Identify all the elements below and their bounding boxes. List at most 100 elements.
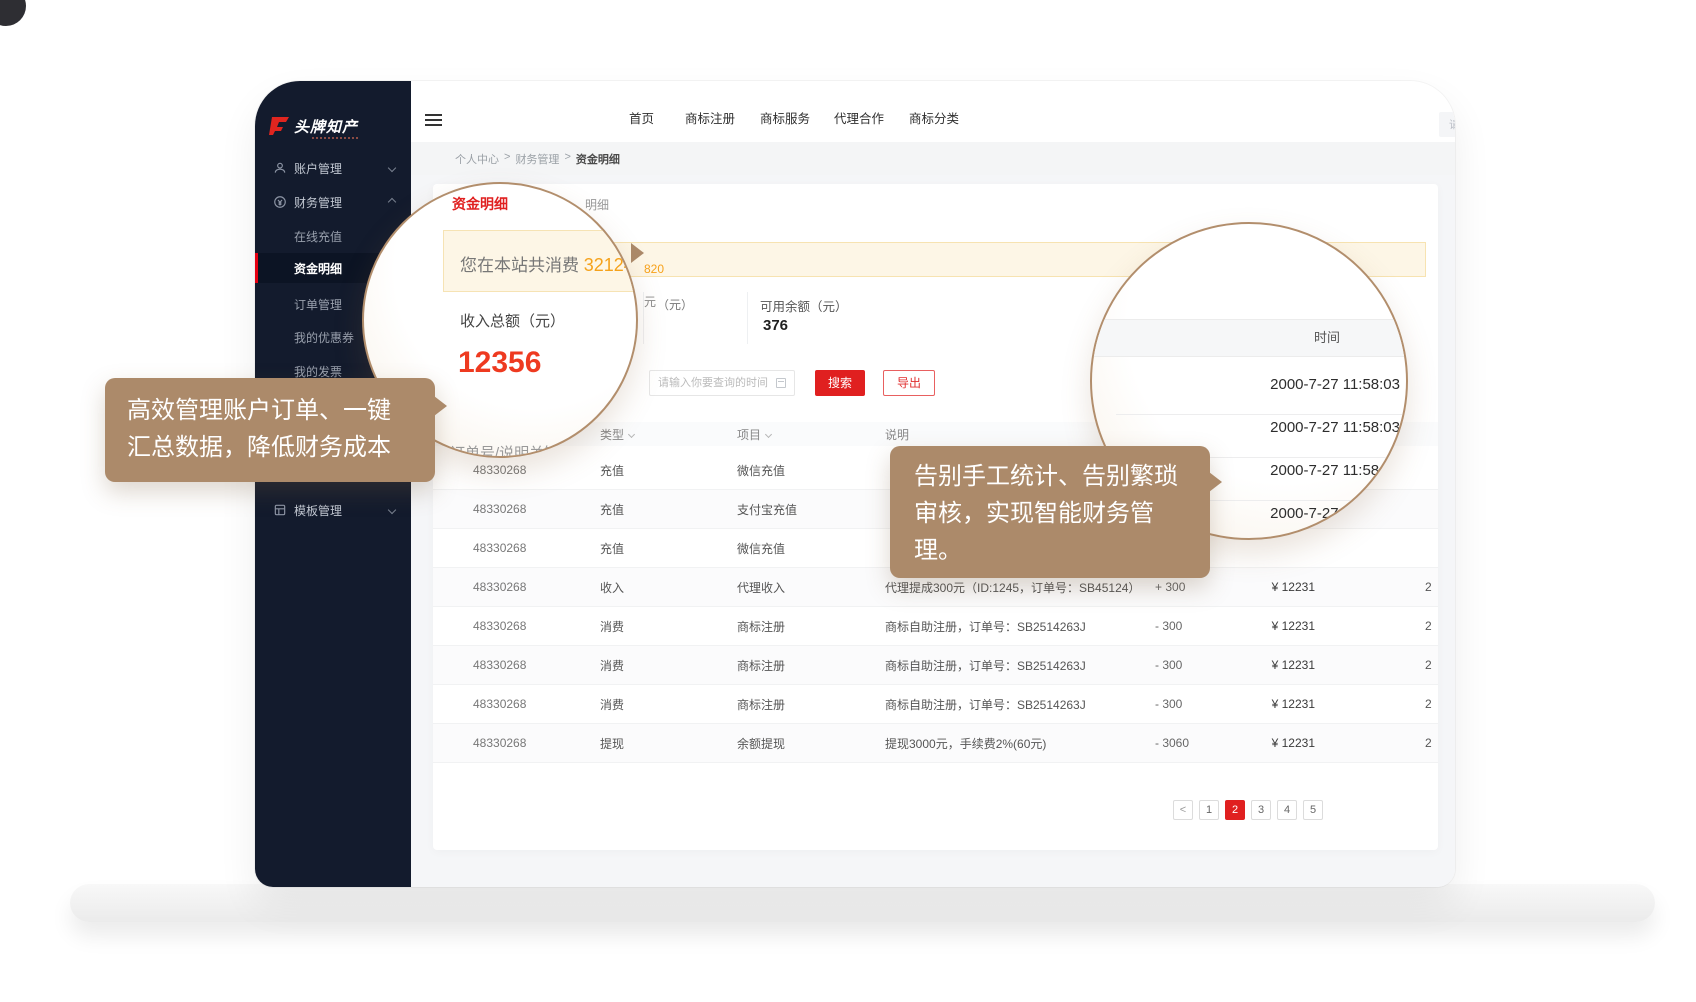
stat-label-balance: 可用余额（元） <box>760 296 848 315</box>
sort-caret-icon <box>628 430 635 437</box>
cell-order: 48330268 <box>433 541 600 555</box>
magnified-time: 2000-7-27 11:58:03 <box>1092 376 1408 393</box>
callout-left-line1: 高效管理账户订单、一键 <box>127 392 435 429</box>
cell-type: 收入 <box>600 579 737 596</box>
breadcrumb-current: 资金明细 <box>576 151 620 167</box>
global-search-input[interactable] <box>1439 112 1455 137</box>
nav-trademark-category[interactable]: 商标分类 <box>909 108 959 127</box>
cell-amount: - 300 <box>1155 697 1240 711</box>
cell-type: 充值 <box>600 540 737 557</box>
breadcrumb-separator: > <box>564 151 570 167</box>
sidebar-item-finance[interactable]: 财务管理 <box>255 189 411 215</box>
logo-subtext <box>312 137 358 139</box>
callout-right-line1: 告别手工统计、告别繁琐 <box>914 458 1210 495</box>
sidebar-item-orders[interactable]: 订单管理 <box>294 291 342 317</box>
cell-type: 消费 <box>600 696 737 713</box>
breadcrumb-separator: > <box>504 151 510 167</box>
callout-right: 告别手工统计、告别繁琐 审核，实现智能财务管 理。 <box>890 446 1210 578</box>
nav-trademark-register[interactable]: 商标注册 <box>685 108 735 127</box>
cell-order: 48330268 <box>433 697 600 711</box>
magnified-time-header-band: 时间 <box>1092 319 1408 357</box>
cell-balance: ¥ 12231 <box>1240 736 1315 750</box>
sidebar-item-recharge[interactable]: 在线充值 <box>294 223 342 249</box>
magnified-banner-amount: 32124 <box>584 255 634 275</box>
cell-project: 支付宝充值 <box>737 501 885 518</box>
date-query-input[interactable] <box>649 370 795 396</box>
page-button-4[interactable]: 4 <box>1277 800 1297 820</box>
cell-project: 微信充值 <box>737 540 885 557</box>
sidebar-item-label: 财务管理 <box>294 194 342 211</box>
cell-amount: - 300 <box>1155 619 1240 633</box>
nav-agent-coop[interactable]: 代理合作 <box>834 108 884 127</box>
magnified-income-value: 12356 <box>458 346 541 380</box>
header-project[interactable]: 项目 <box>737 426 885 443</box>
user-icon <box>273 161 287 175</box>
page-button-3[interactable]: 3 <box>1251 800 1271 820</box>
cell-type: 消费 <box>600 657 737 674</box>
callout-left-line2: 汇总数据，降低财务成本 <box>127 429 435 466</box>
nav-home[interactable]: 首页 <box>629 108 654 127</box>
table-row: 48330268 消费 商标注册 商标自助注册，订单号：SB2514263J -… <box>433 685 1438 724</box>
cell-time: 2 <box>1315 697 1438 711</box>
callout-tail <box>1209 472 1222 492</box>
cell-type: 充值 <box>600 462 737 479</box>
table-row: 48330268 消费 商标注册 商标自助注册，订单号：SB2514263J -… <box>433 646 1438 685</box>
stat-divider <box>643 292 644 344</box>
stat-label-2: （元） <box>657 296 693 313</box>
cell-desc: 商标自助注册，订单号：SB2514263J <box>885 657 1155 674</box>
topbar: 首页 商标注册 商标服务 代理合作 商标分类 <box>411 81 1455 142</box>
breadcrumb-item[interactable]: 个人中心 <box>455 151 499 167</box>
cell-project: 商标注册 <box>737 618 885 635</box>
chevron-down-icon <box>388 164 396 172</box>
cell-amount: - 300 <box>1155 658 1240 672</box>
cell-order: 48330268 <box>433 658 600 672</box>
template-icon <box>273 503 287 517</box>
nav-trademark-service[interactable]: 商标服务 <box>760 108 810 127</box>
sidebar-item-label: 我的发票 <box>294 363 342 380</box>
cell-type: 充值 <box>600 501 737 518</box>
sidebar-item-label: 账户管理 <box>294 160 342 177</box>
cell-balance: ¥ 12231 <box>1240 619 1315 633</box>
callout-tail <box>434 396 447 416</box>
cell-time: 2 <box>1315 736 1438 750</box>
page-button-2-active[interactable]: 2 <box>1225 800 1245 820</box>
cell-amount: + 300 <box>1155 580 1240 594</box>
sidebar-item-template[interactable]: 模板管理 <box>255 497 411 523</box>
cell-amount: - 3060 <box>1155 736 1240 750</box>
pagination: < 1 2 3 4 5 <box>1173 800 1323 820</box>
cell-project: 代理收入 <box>737 579 885 596</box>
cell-order: 48330268 <box>433 619 600 633</box>
cell-desc: 提现3000元，手续费2%(60元) <box>885 735 1155 752</box>
callout-right-line2: 审核，实现智能财务管 <box>914 495 1210 532</box>
search-button[interactable]: 搜索 <box>815 370 865 396</box>
header-type[interactable]: 类型 <box>600 426 737 443</box>
sidebar-item-label: 订单管理 <box>294 296 342 313</box>
finance-icon <box>273 195 287 209</box>
cell-project: 余额提现 <box>737 735 885 752</box>
magnified-income-label: 收入总额（元） <box>460 310 565 331</box>
hamburger-icon[interactable] <box>425 114 442 129</box>
cell-time: 2 <box>1315 580 1438 594</box>
cell-balance: ¥ 12231 <box>1240 658 1315 672</box>
cell-type: 消费 <box>600 618 737 635</box>
calendar-icon[interactable] <box>776 378 786 388</box>
cell-balance: ¥ 12231 <box>1240 697 1315 711</box>
cell-order: 48330268 <box>433 736 600 750</box>
callout-left: 高效管理账户订单、一键 汇总数据，降低财务成本 <box>105 378 435 482</box>
tab-fragment[interactable]: 明细 <box>585 196 609 213</box>
page-button-1[interactable]: 1 <box>1199 800 1219 820</box>
logo[interactable]: 头牌知产 <box>268 116 358 137</box>
prev-page-button[interactable]: < <box>1173 800 1193 820</box>
page-button-5[interactable]: 5 <box>1303 800 1323 820</box>
export-button[interactable]: 导出 <box>883 370 935 396</box>
breadcrumb-item[interactable]: 财务管理 <box>515 151 559 167</box>
cell-project: 商标注册 <box>737 696 885 713</box>
table-row: 48330268 消费 商标注册 商标自助注册，订单号：SB2514263J -… <box>433 607 1438 646</box>
cell-desc: 商标自助注册，订单号：SB2514263J <box>885 696 1155 713</box>
sidebar-item-coupons[interactable]: 我的优惠券 <box>294 324 354 350</box>
cell-order: 48330268 <box>433 580 600 594</box>
stat-value-balance: 376 <box>763 317 788 334</box>
magnified-column-header: 订单号/说明关键 <box>450 442 559 458</box>
magnified-time-header: 时间 <box>1314 320 1340 356</box>
sidebar-item-account[interactable]: 账户管理 <box>255 155 411 181</box>
